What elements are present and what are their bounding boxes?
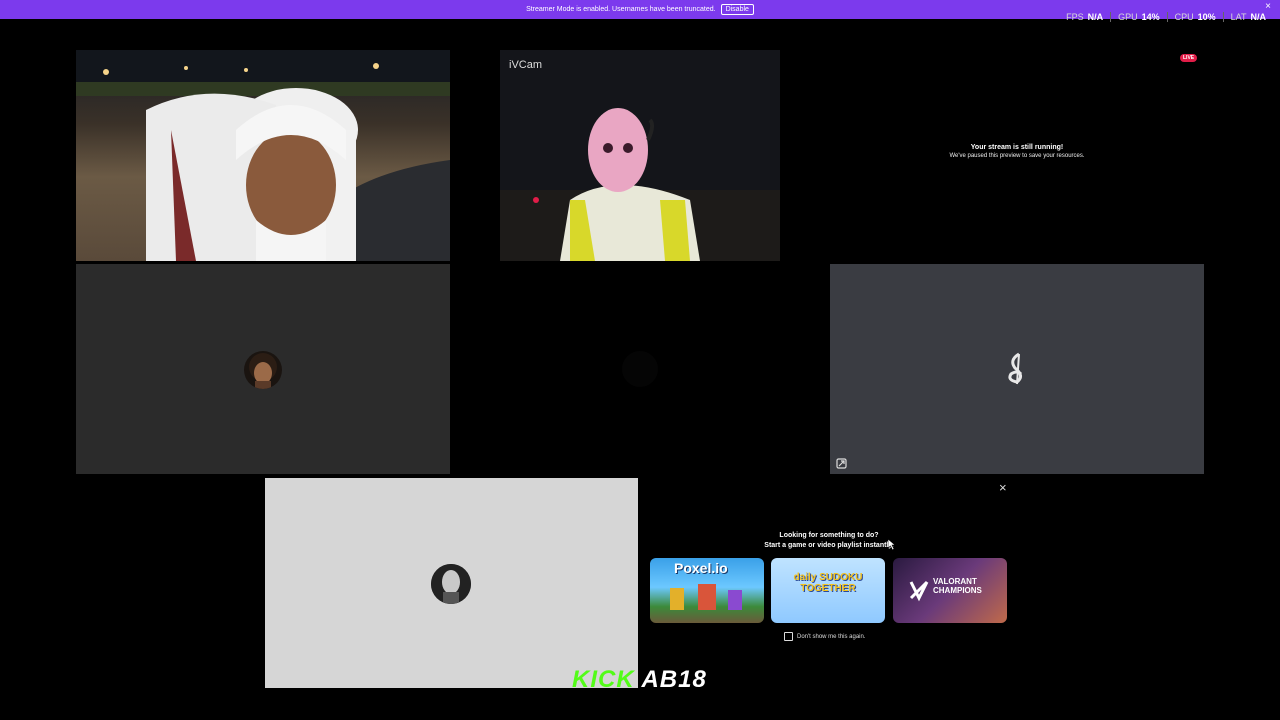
paused-message: Your stream is still running! We've paus…	[830, 144, 1204, 159]
streamer-mode-message: Streamer Mode is enabled. Usernames have…	[526, 6, 716, 13]
stat-fps-label: FPS	[1066, 12, 1084, 22]
stat-cpu-value: 10%	[1197, 12, 1216, 22]
activity-card-valorant[interactable]: VALORANT CHAMPIONS	[893, 558, 1007, 623]
camera-video-2	[500, 50, 780, 261]
close-activity-panel-icon[interactable]: ×	[999, 480, 1007, 495]
treble-clef-logo-icon	[1008, 352, 1023, 385]
kick-handle-text: AB18	[641, 666, 707, 693]
checkbox-box[interactable]	[784, 632, 793, 641]
camera-video-1	[76, 50, 450, 261]
mouse-cursor-icon	[888, 539, 896, 550]
participant-tile-4[interactable]	[76, 264, 450, 474]
stat-fps-value: N/A	[1087, 12, 1104, 22]
participant-avatar	[244, 351, 282, 389]
participant-tile-6[interactable]	[830, 264, 1204, 474]
video-frame-1	[76, 50, 450, 261]
stat-cpu: CPU 10%	[1175, 12, 1216, 22]
disable-streamer-mode-button[interactable]: Disable	[720, 4, 754, 15]
popout-icon[interactable]	[836, 456, 847, 469]
dont-show-again-checkbox[interactable]: Don't show me this again.	[784, 632, 866, 641]
activity-heading-line1: Looking for something to do?	[779, 532, 879, 539]
dont-show-again-label: Don't show me this again.	[797, 633, 866, 640]
stat-gpu: GPU 14%	[1118, 12, 1160, 22]
stream-preview-tile[interactable]: LIVE Your stream is still running! We've…	[830, 50, 1204, 261]
stat-lat: LAT N/A	[1231, 12, 1266, 22]
activity-card-title: VALORANT CHAMPIONS	[933, 577, 982, 595]
stat-lat-value: N/A	[1250, 12, 1267, 22]
stat-gpu-value: 14%	[1141, 12, 1160, 22]
poxel-artwork	[670, 584, 742, 610]
camera-source-label: iVCam	[509, 59, 543, 71]
participant-tile-1[interactable]	[76, 50, 450, 261]
activity-heading-line2: Start a game or video playlist instantly…	[764, 542, 894, 549]
participant-tile-7[interactable]	[265, 478, 638, 688]
close-window-icon[interactable]: ×	[1265, 1, 1271, 12]
participant-avatar	[622, 351, 658, 387]
kick-overlay: KICK AB18	[572, 666, 707, 694]
activity-card-title: daily SUDOKU TOGETHER	[793, 572, 863, 594]
participant-tile-5[interactable]	[453, 264, 827, 474]
participant-tile-2[interactable]: iVCam	[500, 50, 780, 261]
stat-fps: FPS N/A	[1066, 12, 1103, 22]
paused-title: Your stream is still running!	[970, 144, 1064, 151]
avatar-image	[249, 353, 277, 389]
live-badge: LIVE	[1180, 54, 1198, 62]
stat-lat-label: LAT	[1230, 12, 1247, 22]
stat-gpu-label: GPU	[1118, 12, 1138, 22]
video-frame-2	[500, 50, 780, 261]
stat-divider	[1222, 12, 1224, 22]
stat-cpu-label: CPU	[1174, 12, 1194, 22]
paused-subtitle: We've paused this preview to save your r…	[949, 153, 1085, 159]
activity-card-sudoku[interactable]: daily SUDOKU TOGETHER	[771, 558, 885, 623]
participant-avatar	[431, 564, 471, 604]
stat-divider	[1166, 12, 1168, 22]
avatar-image	[431, 564, 471, 604]
kick-logo-text: KICK	[572, 666, 635, 693]
activity-card-poxel[interactable]: Poxel.io	[650, 558, 764, 623]
stat-divider	[1110, 12, 1112, 22]
activity-heading: Looking for something to do? Start a gam…	[640, 531, 1018, 551]
performance-stats: FPS N/A GPU 14% CPU 10% LAT N/A	[1066, 12, 1266, 22]
participant-avatar	[999, 350, 1035, 386]
